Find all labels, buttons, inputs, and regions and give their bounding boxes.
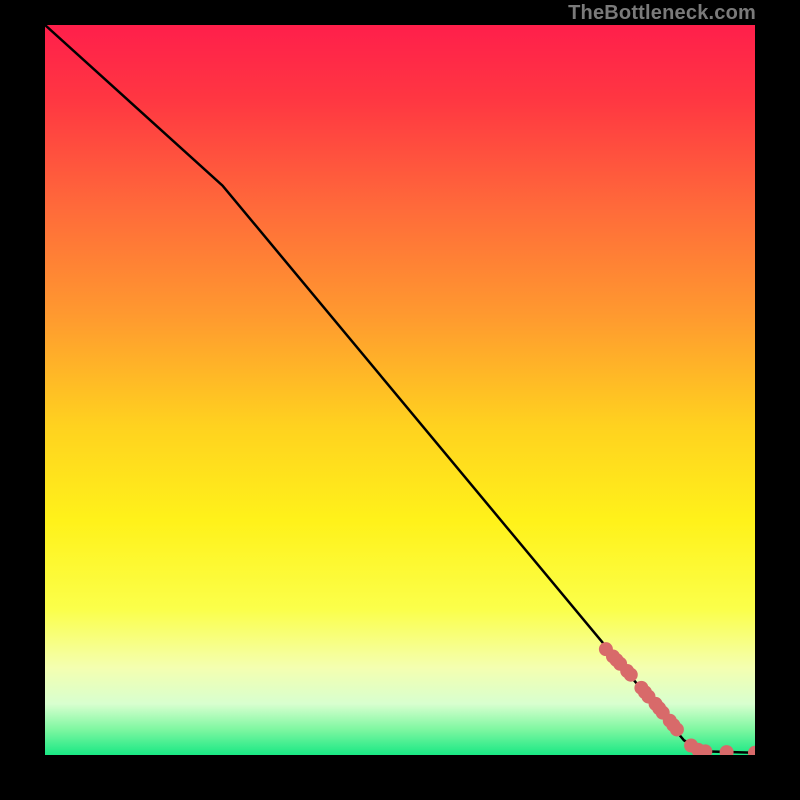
scatter-point (670, 722, 684, 736)
gradient-background (45, 25, 755, 755)
chart-frame: TheBottleneck.com (0, 0, 800, 800)
watermark-text: TheBottleneck.com (568, 2, 756, 25)
plot-area (45, 25, 755, 755)
chart-svg (45, 25, 755, 755)
scatter-point (624, 668, 638, 682)
